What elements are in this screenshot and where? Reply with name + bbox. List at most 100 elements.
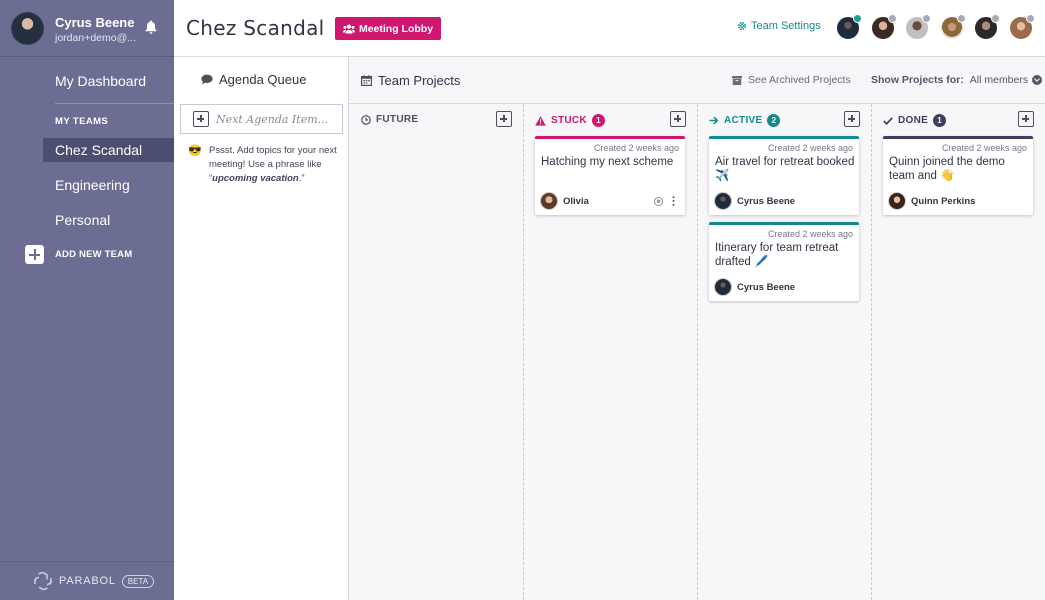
column-stuck-label: STUCK: [551, 115, 587, 126]
see-archived-projects-link[interactable]: See Archived Projects: [732, 74, 851, 86]
sidebar-item-personal[interactable]: Personal: [43, 208, 174, 232]
avatar: [714, 192, 732, 210]
column-active-label: ACTIVE: [724, 115, 763, 126]
card-created-time: Created 2 weeks ago: [593, 143, 679, 153]
card-text[interactable]: Itinerary for team retreat drafted 🖊️: [715, 241, 855, 269]
check-icon: [883, 116, 893, 125]
user-name: Cyrus Beene: [55, 15, 135, 30]
parabol-brand: PARABOL: [59, 575, 116, 587]
card-owner[interactable]: Quinn Perkins: [888, 192, 975, 210]
column-future-header: FUTURE: [361, 114, 418, 125]
team-settings-link[interactable]: Team Settings: [737, 20, 821, 32]
arrow-right-icon: [709, 116, 719, 125]
team-member-avatars: [836, 14, 1043, 40]
my-teams-heading: MY TEAMS: [55, 116, 109, 127]
column-done: DONE 1 Created 2 weeks ago Quinn joined …: [871, 104, 1045, 600]
avatar[interactable]: [905, 14, 931, 40]
avatar: [714, 278, 732, 296]
calendar-icon: [361, 75, 372, 86]
add-new-team-label: ADD NEW TEAM: [55, 249, 133, 260]
column-done-label: DONE: [898, 115, 929, 126]
card-created-time: Created 2 weeks ago: [941, 143, 1027, 153]
show-projects-for-select[interactable]: Show Projects for: All members: [871, 74, 1043, 86]
card-owner[interactable]: Olivia: [540, 192, 589, 210]
card-text[interactable]: Quinn joined the demo team and 👋: [889, 155, 1029, 183]
parabol-logo-icon: [33, 571, 53, 591]
agenda-queue-heading: Agenda Queue: [201, 72, 306, 87]
meeting-lobby-label: Meeting Lobby: [358, 22, 434, 35]
column-stuck-count: 1: [591, 114, 605, 127]
avatar[interactable]: [870, 14, 897, 40]
project-card[interactable]: Created 2 weeks ago Quinn joined the dem…: [883, 136, 1033, 215]
sidebar-item-chez-scandal[interactable]: Chez Scandal: [43, 138, 174, 162]
bell-icon[interactable]: [145, 20, 157, 34]
nav-divider: [55, 103, 174, 104]
sidebar-footer: PARABOL BETA: [0, 561, 174, 600]
sidebar-item-engineering[interactable]: Engineering: [43, 173, 174, 197]
users-icon: [342, 24, 355, 33]
see-archived-projects-label: See Archived Projects: [748, 74, 851, 86]
column-future: FUTURE: [349, 104, 523, 600]
column-done-count: 1: [933, 114, 947, 127]
beta-badge: BETA: [121, 574, 155, 588]
agenda-queue-title: Agenda Queue: [219, 72, 307, 87]
user-block[interactable]: Cyrus Beene jordan+demo@...: [0, 0, 174, 57]
card-owner[interactable]: Cyrus Beene: [714, 192, 795, 210]
add-new-team-button[interactable]: ADD NEW TEAM: [25, 245, 132, 264]
avatar[interactable]: [836, 14, 862, 40]
card-text[interactable]: Air travel for retreat booked ✈️: [715, 155, 855, 183]
card-text[interactable]: Hatching my next scheme: [541, 155, 681, 169]
add-project-active-button[interactable]: [844, 111, 860, 127]
chat-bubble-icon: [201, 74, 213, 85]
avatar[interactable]: [1008, 14, 1035, 40]
projects-heading: Team Projects: [361, 73, 460, 88]
projects-title: Team Projects: [378, 73, 461, 88]
github-icon[interactable]: [654, 196, 663, 206]
add-project-stuck-button[interactable]: [670, 111, 686, 127]
offline-status-dot: [956, 14, 966, 23]
agenda-tip-text: Pssst. Add topics for your next meeting!…: [209, 145, 337, 170]
user-avatar[interactable]: [11, 12, 44, 45]
offline-status-dot: [1025, 14, 1035, 23]
agenda-tip-phrase: upcoming vacation: [212, 173, 299, 184]
team-projects-board: Team Projects See Archived Projects Show…: [349, 57, 1045, 600]
agenda-tip: Pssst. Add topics for your next meeting!…: [209, 145, 337, 184]
agenda-item-field[interactable]: [180, 104, 343, 134]
card-status-bar: [709, 222, 859, 225]
avatar[interactable]: [974, 14, 1000, 40]
card-owner-name: Cyrus Beene: [737, 281, 796, 293]
more-options-icon[interactable]: [672, 196, 675, 206]
card-created-time: Created 2 weeks ago: [767, 143, 853, 153]
add-project-future-button[interactable]: [496, 111, 512, 127]
plus-icon: [193, 111, 209, 127]
column-active: ACTIVE 2 Created 2 weeks ago Air travel …: [697, 104, 871, 600]
column-stuck: STUCK 1 Created 2 weeks ago Hatching my …: [523, 104, 697, 600]
offline-status-dot: [922, 14, 931, 23]
add-project-done-button[interactable]: [1018, 111, 1034, 127]
card-owner-name: Olivia: [563, 195, 589, 207]
project-card[interactable]: Created 2 weeks ago Hatching my next sch…: [535, 136, 685, 215]
avatar[interactable]: [939, 14, 966, 40]
online-status-dot: [853, 14, 862, 23]
agenda-queue-panel: Agenda Queue 😎 Pssst. Add topics for you…: [174, 57, 349, 600]
avatar: [888, 192, 906, 210]
warning-icon: [535, 115, 546, 126]
clock-icon: [361, 114, 371, 125]
meeting-lobby-button[interactable]: Meeting Lobby: [335, 17, 441, 40]
card-owner[interactable]: Cyrus Beene: [714, 278, 795, 296]
column-stuck-header: STUCK 1: [535, 114, 605, 127]
projects-header: Team Projects See Archived Projects Show…: [349, 57, 1045, 104]
column-future-label: FUTURE: [376, 114, 419, 125]
column-active-header: ACTIVE 2: [709, 114, 781, 127]
sunglasses-emoji-icon: 😎: [188, 145, 202, 157]
column-done-header: DONE 1: [883, 114, 947, 127]
project-card[interactable]: Created 2 weeks ago Air travel for retre…: [709, 136, 859, 215]
offline-status-dot: [887, 14, 897, 23]
show-projects-for-value: All members: [969, 74, 1029, 86]
project-card[interactable]: Created 2 weeks ago Itinerary for team r…: [709, 222, 859, 301]
card-owner-name: Quinn Perkins: [911, 195, 976, 207]
nav-my-dashboard[interactable]: My Dashboard: [55, 73, 146, 89]
archive-icon: [732, 75, 742, 85]
card-status-bar: [535, 136, 685, 139]
agenda-item-input[interactable]: [216, 112, 341, 126]
